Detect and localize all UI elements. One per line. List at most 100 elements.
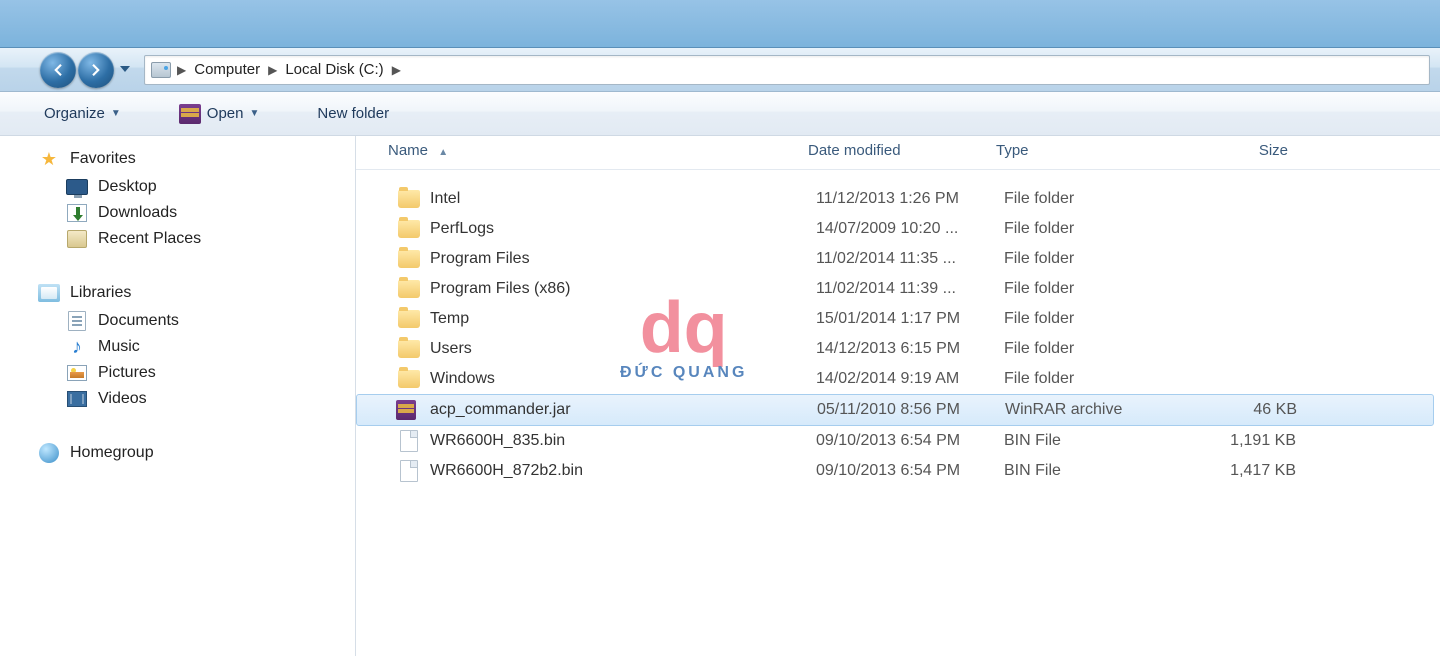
file-type: File folder	[1004, 250, 1184, 268]
file-date: 14/02/2014 9:19 AM	[816, 370, 1004, 388]
sidebar-item-label: Videos	[98, 390, 147, 408]
sidebar-item-desktop[interactable]: Desktop	[0, 174, 355, 200]
chevron-down-icon: ▼	[111, 108, 121, 119]
file-row[interactable]: Program Files 11/02/2014 11:35 ... File …	[356, 244, 1440, 274]
file-name: acp_commander.jar	[430, 401, 817, 419]
file-size: 1,417 KB	[1184, 462, 1324, 480]
file-row[interactable]: PerfLogs 14/07/2009 10:20 ... File folde…	[356, 214, 1440, 244]
downloads-icon	[66, 203, 88, 223]
file-name: Windows	[430, 370, 816, 388]
drive-icon	[151, 60, 171, 80]
column-name[interactable]: Name ▲	[388, 142, 808, 159]
favorites-group: ★ Favorites DesktopDownloads Recent Place…	[0, 144, 355, 252]
music-icon: ♪	[66, 337, 88, 357]
file-list: Name ▲ Date modified Type Size Intel 11/…	[356, 136, 1440, 656]
file-row[interactable]: WR6600H_872b2.bin 09/10/2013 6:54 PM BIN…	[356, 456, 1440, 486]
homegroup-icon	[38, 442, 60, 464]
winrar-icon	[396, 399, 422, 421]
file-row[interactable]: Intel 11/12/2013 1:26 PM File folder	[356, 184, 1440, 214]
forward-button[interactable]	[78, 52, 114, 88]
doc-icon	[66, 311, 88, 331]
chevron-down-icon: ▼	[249, 108, 259, 119]
sidebar-item-downloads[interactable]: Downloads	[0, 200, 355, 226]
homegroup-group: Homegroup	[0, 438, 355, 468]
file-icon	[396, 430, 422, 452]
sidebar-item-label: Pictures	[98, 364, 156, 382]
star-icon: ★	[38, 148, 60, 170]
libraries-label: Libraries	[70, 284, 131, 302]
command-bar: Organize ▼ Open ▼ New folder	[0, 92, 1440, 136]
open-button[interactable]: Open ▼	[169, 100, 270, 128]
arrow-right-icon	[87, 61, 105, 79]
file-icon	[396, 460, 422, 482]
organize-label: Organize	[44, 105, 105, 122]
address-bar[interactable]: ▶ Computer ▶ Local Disk (C:) ▶	[144, 55, 1430, 85]
sidebar-item-music[interactable]: ♪Music	[0, 334, 355, 360]
file-name: PerfLogs	[430, 220, 816, 238]
breadcrumb-computer[interactable]: Computer	[188, 59, 266, 80]
sidebar-item-documents[interactable]: Documents	[0, 308, 355, 334]
file-row[interactable]: Temp 15/01/2014 1:17 PM File folder	[356, 304, 1440, 334]
file-type: File folder	[1004, 340, 1184, 358]
homegroup-label: Homegroup	[70, 444, 154, 462]
file-row[interactable]: Program Files (x86) 11/02/2014 11:39 ...…	[356, 274, 1440, 304]
sort-asc-icon: ▲	[438, 147, 448, 158]
vid-icon	[66, 389, 88, 409]
column-headers: Name ▲ Date modified Type Size	[356, 136, 1440, 170]
file-name: Temp	[430, 310, 816, 328]
file-type: BIN File	[1004, 432, 1184, 450]
winrar-icon	[179, 104, 201, 124]
history-dropdown[interactable]	[116, 55, 134, 85]
sidebar-item-label: Documents	[98, 312, 179, 330]
favorites-header[interactable]: ★ Favorites	[0, 144, 355, 174]
new-folder-label: New folder	[317, 105, 389, 122]
column-date[interactable]: Date modified	[808, 142, 996, 159]
open-label: Open	[207, 105, 244, 122]
file-type: File folder	[1004, 280, 1184, 298]
new-folder-button[interactable]: New folder	[307, 101, 399, 126]
libraries-header[interactable]: Libraries	[0, 278, 355, 308]
file-type: File folder	[1004, 220, 1184, 238]
sidebar-item-recent-places[interactable]: Recent Places	[0, 226, 355, 252]
breadcrumb-arrow-icon[interactable]: ▶	[390, 63, 403, 77]
main-area: ★ Favorites DesktopDownloads Recent Place…	[0, 136, 1440, 656]
file-row[interactable]: acp_commander.jar 05/11/2010 8:56 PM Win…	[356, 394, 1434, 426]
file-row[interactable]: Users 14/12/2013 6:15 PM File folder	[356, 334, 1440, 364]
column-type[interactable]: Type	[996, 142, 1176, 159]
file-name: Program Files	[430, 250, 816, 268]
file-row[interactable]: WR6600H_835.bin 09/10/2013 6:54 PM BIN F…	[356, 426, 1440, 456]
libraries-icon	[38, 282, 60, 304]
file-date: 11/02/2014 11:35 ...	[816, 250, 1004, 268]
file-type: WinRAR archive	[1005, 401, 1185, 419]
window-glass-strip	[0, 0, 1440, 48]
file-date: 14/12/2013 6:15 PM	[816, 340, 1004, 358]
file-name: WR6600H_835.bin	[430, 432, 816, 450]
back-button[interactable]	[40, 52, 76, 88]
file-rows: Intel 11/12/2013 1:26 PM File folder Per…	[356, 170, 1440, 486]
file-row[interactable]: Windows 14/02/2014 9:19 AM File folder	[356, 364, 1440, 394]
pic-icon	[66, 363, 88, 383]
libraries-group: Libraries Documents ♪Music Pictures Videos	[0, 278, 355, 412]
homegroup-header[interactable]: Homegroup	[0, 438, 355, 468]
sidebar-item-label: Recent Places	[98, 230, 201, 248]
breadcrumb-local-disk[interactable]: Local Disk (C:)	[279, 59, 389, 80]
file-date: 14/07/2009 10:20 ...	[816, 220, 1004, 238]
sidebar-item-videos[interactable]: Videos	[0, 386, 355, 412]
breadcrumb-arrow-icon[interactable]: ▶	[175, 63, 188, 77]
sidebar-item-pictures[interactable]: Pictures	[0, 360, 355, 386]
file-date: 15/01/2014 1:17 PM	[816, 310, 1004, 328]
file-type: File folder	[1004, 190, 1184, 208]
organize-menu[interactable]: Organize ▼	[34, 101, 131, 126]
file-date: 05/11/2010 8:56 PM	[817, 401, 1005, 419]
chevron-down-icon	[120, 66, 130, 74]
column-size[interactable]: Size	[1176, 142, 1316, 159]
folder-icon	[396, 278, 422, 300]
file-date: 11/12/2013 1:26 PM	[816, 190, 1004, 208]
file-name: Users	[430, 340, 816, 358]
breadcrumb-arrow-icon[interactable]: ▶	[266, 63, 279, 77]
folder-icon	[396, 188, 422, 210]
folder-icon	[396, 368, 422, 390]
folder-icon	[396, 308, 422, 330]
file-size: 46 KB	[1185, 401, 1325, 419]
file-name: WR6600H_872b2.bin	[430, 462, 816, 480]
